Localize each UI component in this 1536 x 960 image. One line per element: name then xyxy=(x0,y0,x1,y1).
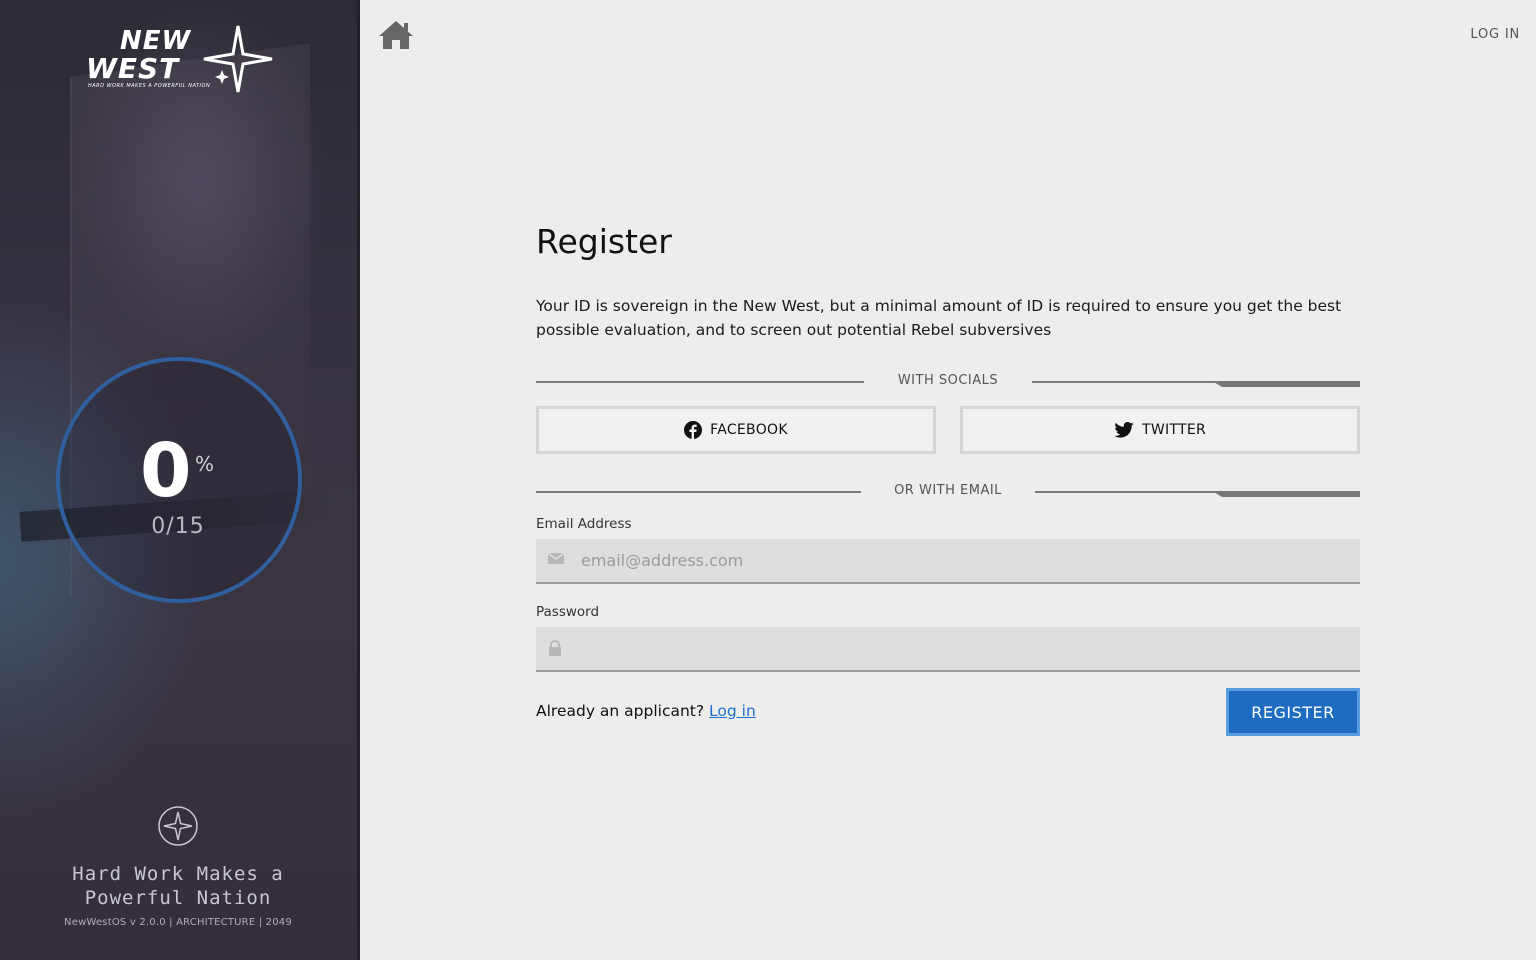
password-label: Password xyxy=(536,604,600,620)
facebook-icon xyxy=(684,421,703,439)
progress-percent-unit: % xyxy=(195,452,215,476)
logo-text-line2: WEST xyxy=(86,52,180,85)
socials-divider: WITH SOCIALS xyxy=(536,370,1360,392)
register-button[interactable]: REGISTER xyxy=(1226,688,1360,736)
email-divider-label: OR WITH EMAIL xyxy=(894,483,1002,498)
login-link[interactable]: Log in xyxy=(709,702,756,720)
logo-tagline: HARD WORK MAKES A POWERFUL NATION xyxy=(88,83,211,89)
twitter-icon xyxy=(1114,422,1134,438)
already-applicant: Already an applicant? Log in xyxy=(536,702,756,720)
twitter-button[interactable]: TWITTER xyxy=(960,406,1360,454)
email-label: Email Address xyxy=(536,516,632,532)
progress-count: 0/15 xyxy=(151,514,205,539)
socials-divider-label: WITH SOCIALS xyxy=(897,373,999,388)
os-version: NewWestOS v 2.0.0 | ARCHITECTURE | 2049 xyxy=(64,917,292,928)
star-emblem-icon xyxy=(158,806,198,846)
progress-percent-value: 0 xyxy=(140,428,192,514)
sidebar-motto: Hard Work Makes a Powerful Nation xyxy=(72,863,284,909)
lock-icon xyxy=(549,640,561,656)
new-west-logo: NEW WEST HARD WORK MAKES A POWERFUL NATI… xyxy=(82,24,282,94)
register-form: Register Your ID is sovereign in the New… xyxy=(536,222,1360,736)
already-applicant-text: Already an applicant? xyxy=(536,702,705,720)
social-buttons-row: FACEBOOK TWITTER xyxy=(536,406,1360,454)
sidebar: NEW WEST HARD WORK MAKES A POWERFUL NATI… xyxy=(0,0,360,960)
email-divider: OR WITH EMAIL xyxy=(536,480,1360,502)
header-login-link[interactable]: LOG IN xyxy=(1470,27,1520,42)
facebook-button-label: FACEBOOK xyxy=(710,422,788,438)
home-icon[interactable] xyxy=(376,18,416,52)
page-title: Register xyxy=(536,222,672,261)
password-input[interactable] xyxy=(536,627,1360,670)
twitter-button-label: TWITTER xyxy=(1141,422,1207,438)
email-field-container xyxy=(536,539,1360,584)
logo-star-icon xyxy=(203,25,273,93)
envelope-icon xyxy=(548,552,564,564)
facebook-button[interactable]: FACEBOOK xyxy=(536,406,936,454)
email-input[interactable] xyxy=(536,539,1360,582)
password-field-container xyxy=(536,627,1360,672)
form-actions: Already an applicant? Log in REGISTER xyxy=(536,688,1360,736)
intro-text: Your ID is sovereign in the New West, bu… xyxy=(536,297,1342,339)
